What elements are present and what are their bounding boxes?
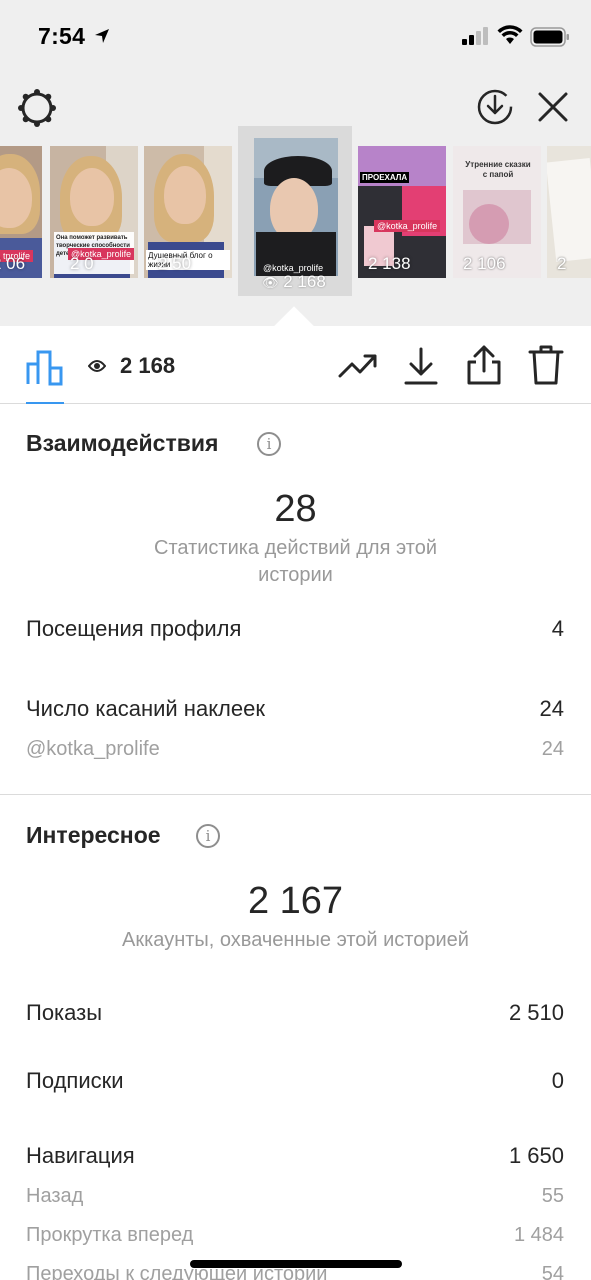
sub-metric-value: 55: [541, 1185, 564, 1207]
discovery-total: 2 167: [247, 880, 344, 922]
story-caption: ПРОЕХАЛА: [360, 172, 410, 183]
active-tab-indicator: [26, 402, 64, 404]
metric-label: Показы: [26, 1000, 103, 1025]
share-icon[interactable]: [466, 344, 502, 386]
story-thumbnail[interactable]: 2: [547, 146, 591, 278]
story-mention-tag: @kotka_prolife: [374, 220, 441, 232]
home-indicator[interactable]: [190, 1260, 402, 1268]
sub-metric-value: 54: [541, 1263, 564, 1280]
metric-value: 4: [551, 616, 564, 641]
info-icon[interactable]: i: [257, 432, 281, 456]
views-count: 2 168: [120, 353, 176, 378]
bar-chart-icon[interactable]: [26, 348, 64, 386]
sub-metric-value: 1 484: [513, 1224, 564, 1246]
sub-metric-label: Прокрутка вперед: [26, 1224, 194, 1246]
story-views: 2 06: [0, 254, 26, 273]
delete-icon[interactable]: [528, 344, 564, 386]
eye-icon: [88, 360, 106, 372]
story-thumbnail-strip: tprolife 2 06 Она поможет развивать твор…: [0, 0, 591, 326]
metric-value: 0: [551, 1068, 564, 1093]
metric-label: Навигация: [26, 1143, 135, 1168]
story-thumbnail[interactable]: ПРОЕХАЛА @kotka_prolife 2 138: [358, 146, 446, 278]
sub-metric-value: 24: [541, 738, 564, 760]
story-views: 2: [557, 254, 567, 273]
interactions-caption: Статистика действий для этой истории: [154, 537, 437, 586]
story-thumbnail-selected[interactable]: @kotka_prolife: [254, 138, 338, 276]
story-thumbnail[interactable]: Душевный блог о жизни 2 50: [144, 146, 232, 278]
story-thumbnail[interactable]: Она поможет развивать творческие способн…: [50, 146, 138, 278]
interactions-total: 28: [274, 488, 317, 530]
section-divider: [0, 794, 591, 795]
story-views: 2 106: [463, 254, 506, 273]
story-caption: Утренние сказки с папой: [465, 160, 531, 179]
sub-metric-label: Назад: [26, 1185, 84, 1207]
story-thumbnail[interactable]: Утренние сказки с папой 2 106: [453, 146, 541, 278]
story-views: 2 50: [158, 254, 192, 273]
download-icon[interactable]: [404, 346, 438, 386]
metric-label: Число касаний наклеек: [26, 696, 265, 721]
metric-value: 24: [539, 696, 564, 721]
metric-label: Посещения профиля: [26, 616, 242, 641]
info-icon[interactable]: i: [196, 824, 220, 848]
interactions-title: Взаимодействия: [26, 430, 219, 456]
story-thumbnail[interactable]: tprolife 2 06: [0, 146, 42, 278]
discovery-caption: Аккаунты, охваченные этой историей: [122, 929, 469, 951]
trending-icon[interactable]: [338, 350, 378, 380]
metric-label: Подписки: [26, 1068, 124, 1093]
metric-value: 1 650: [508, 1143, 564, 1168]
story-views: 2 138: [368, 254, 411, 273]
sub-metric-label: @kotka_prolife: [26, 738, 160, 760]
eye-icon: 👁: [262, 275, 279, 290]
discovery-title: Интересное: [26, 822, 161, 848]
metric-value: 2 510: [508, 1000, 564, 1025]
story-views: 2 0: [70, 254, 94, 273]
selected-story-views: 👁 2 168: [262, 272, 326, 291]
insights-panel: [0, 326, 591, 1280]
